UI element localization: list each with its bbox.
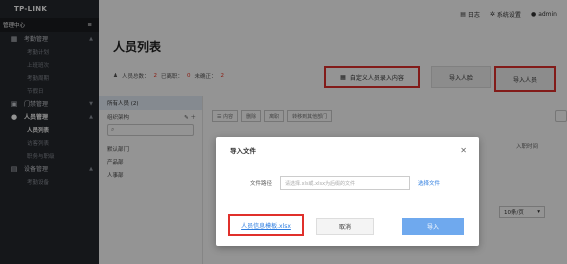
file-path-row: 文件路径 请选择.xls或.xlsx为后缀的文件 选择文件 bbox=[216, 176, 479, 190]
template-download-link[interactable]: 人员信息模板.xlsx bbox=[228, 214, 304, 236]
dialog-title: 导入文件 bbox=[230, 147, 256, 155]
close-icon[interactable]: ✕ bbox=[460, 146, 467, 155]
import-file-dialog: 导入文件 ✕ 文件路径 请选择.xls或.xlsx为后缀的文件 选择文件 人员信… bbox=[216, 137, 479, 246]
file-path-label: 文件路径 bbox=[249, 181, 272, 187]
file-path-input[interactable]: 请选择.xls或.xlsx为后缀的文件 bbox=[280, 176, 410, 190]
choose-file-link[interactable]: 选择文件 bbox=[418, 179, 440, 187]
cancel-button[interactable]: 取消 bbox=[316, 218, 374, 235]
import-button[interactable]: 导入 bbox=[402, 218, 464, 235]
